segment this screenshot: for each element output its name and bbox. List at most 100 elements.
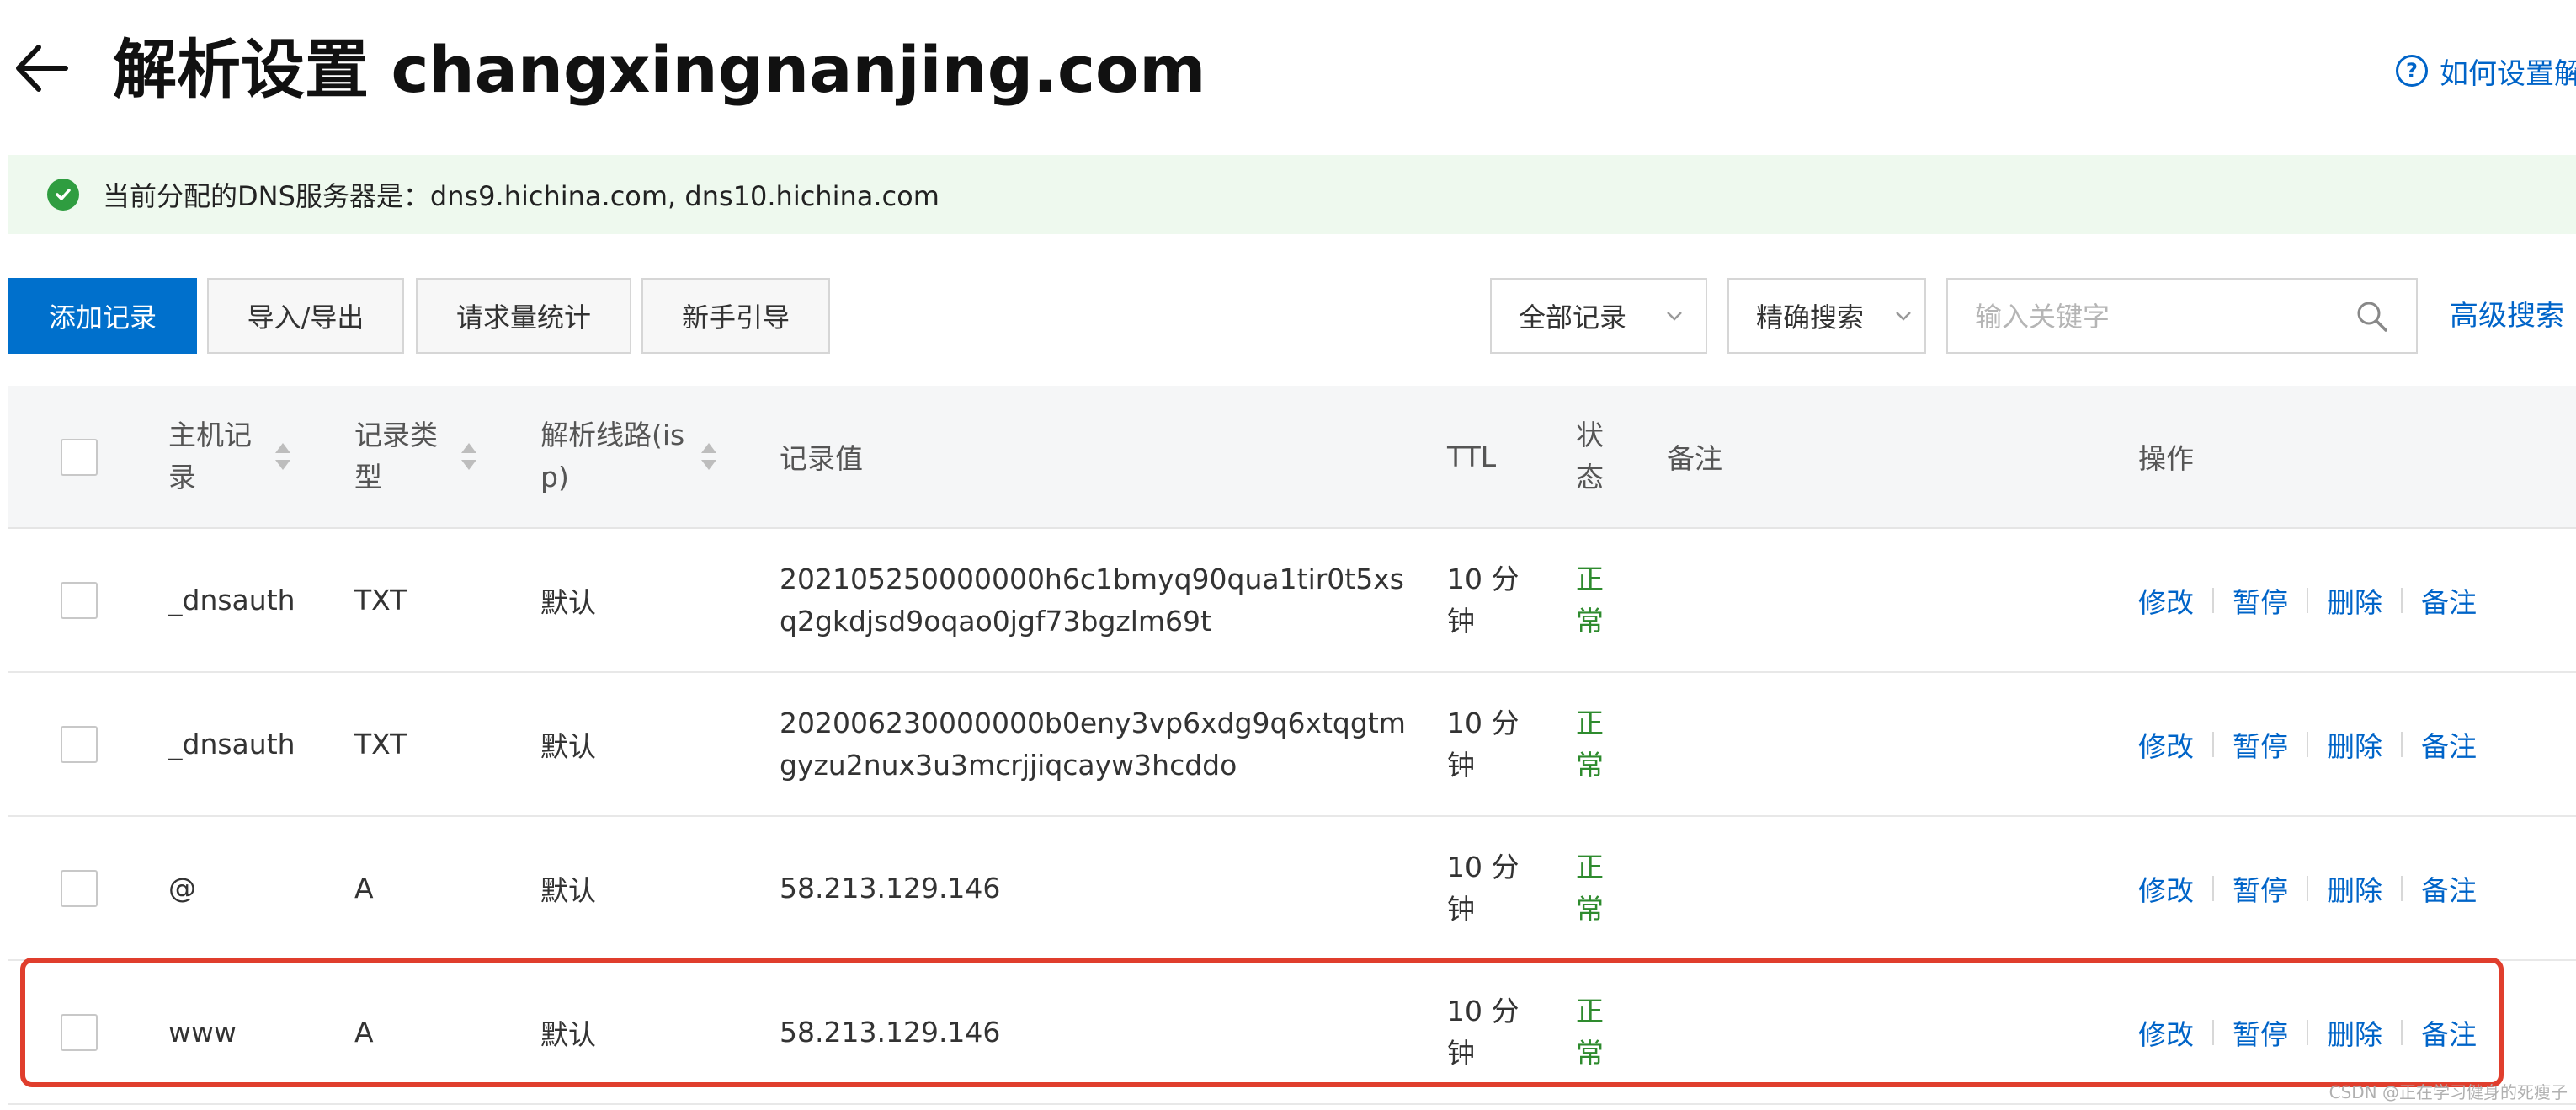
cell-line: 默认 xyxy=(540,873,596,907)
cell-ttl-line1: 10 分 xyxy=(1447,994,1520,1027)
search-input[interactable] xyxy=(1973,295,2344,339)
cell-host: @ xyxy=(168,872,196,905)
help-icon: ? xyxy=(2396,55,2428,87)
cell-ttl-line2: 钟 xyxy=(1447,892,1475,926)
import-export-button[interactable]: 导入/导出 xyxy=(207,278,404,354)
pause-link[interactable]: 暂停 xyxy=(2233,724,2288,765)
toolbar: 添加记录 导入/导出 请求量统计 新手引导 全部记录 精确搜索 高级搜索 xyxy=(0,278,2576,355)
pause-link[interactable]: 暂停 xyxy=(2233,868,2288,909)
cell-value: 202006230000000b0eny3vp6xdg9q6xtqgtm gyzu… xyxy=(780,673,1406,815)
column-line-label-line1: 解析线路(is xyxy=(540,419,685,451)
cell-status-line1: 正 xyxy=(1576,562,1604,595)
edit-link[interactable]: 修改 xyxy=(2138,724,2194,765)
row-checkbox[interactable] xyxy=(61,582,98,619)
cell-ttl-line2: 钟 xyxy=(1447,604,1475,638)
cell-type: TXT xyxy=(354,584,407,616)
column-line-label-line2: p) xyxy=(540,461,569,494)
sort-icon[interactable] xyxy=(700,441,718,472)
back-arrow-icon[interactable] xyxy=(10,37,72,99)
remark-link[interactable]: 备注 xyxy=(2421,868,2477,909)
delete-link[interactable]: 删除 xyxy=(2327,868,2382,909)
column-type-label-line2: 型 xyxy=(354,461,382,494)
beginner-guide-button[interactable]: 新手引导 xyxy=(641,278,830,354)
table-row: _dnsauth TXT 默认 202105250000000h6c1bmyq9… xyxy=(8,529,2576,673)
dns-records-table: 主机记 录 记录类 型 解析线路(is p) 记录值 TTL 状 态 备注 操作… xyxy=(8,386,2576,1105)
row-actions: 修改 暂停 删除 备注 xyxy=(2138,529,2477,671)
table-header: 主机记 录 记录类 型 解析线路(is p) 记录值 TTL 状 态 备注 操作 xyxy=(8,386,2576,529)
column-status-label-line1: 状 xyxy=(1576,419,1604,451)
cell-status: 正常 xyxy=(1576,673,1604,815)
search-icon[interactable] xyxy=(2355,300,2389,334)
cell-type: A xyxy=(354,1016,374,1049)
cell-value: 58.213.129.146 xyxy=(780,872,1001,905)
cell-host: www xyxy=(168,1016,237,1049)
search-box xyxy=(1946,278,2418,354)
row-actions: 修改 暂停 删除 备注 xyxy=(2138,673,2477,815)
check-circle-icon xyxy=(47,179,79,211)
edit-link[interactable]: 修改 xyxy=(2138,868,2194,909)
cell-type: TXT xyxy=(354,728,407,760)
column-ttl: TTL xyxy=(1447,440,1497,473)
sort-icon[interactable] xyxy=(460,441,478,472)
column-value: 记录值 xyxy=(780,442,863,475)
cell-ttl: 10 分钟 xyxy=(1447,961,1519,1103)
help-link[interactable]: ? 如何设置解 xyxy=(2396,49,2576,93)
cell-value-line2: q2gkdjsd9oqao0jgf73bgzlm69t xyxy=(780,604,1211,638)
cell-ttl: 10 分钟 xyxy=(1447,673,1519,815)
action-divider xyxy=(2212,1019,2214,1045)
search-mode-dropdown[interactable]: 精确搜索 xyxy=(1727,278,1926,354)
search-mode-label: 精确搜索 xyxy=(1756,302,1865,334)
table-body: _dnsauth TXT 默认 202105250000000h6c1bmyq9… xyxy=(8,529,2576,1105)
cell-ttl-line2: 钟 xyxy=(1447,1036,1475,1070)
sort-icon[interactable] xyxy=(274,441,292,472)
delete-link[interactable]: 删除 xyxy=(2327,724,2382,765)
cell-status-line2: 常 xyxy=(1576,892,1604,926)
row-checkbox[interactable] xyxy=(61,1014,98,1051)
action-divider xyxy=(2401,875,2403,901)
delete-link[interactable]: 删除 xyxy=(2327,1012,2382,1053)
advanced-search-link[interactable]: 高级搜索 xyxy=(2450,278,2564,354)
cell-line: 默认 xyxy=(540,729,596,763)
action-divider xyxy=(2212,731,2214,757)
edit-link[interactable]: 修改 xyxy=(2138,580,2194,621)
edit-link[interactable]: 修改 xyxy=(2138,1012,2194,1053)
cell-type: A xyxy=(354,872,374,905)
cell-ttl: 10 分钟 xyxy=(1447,529,1519,671)
cell-host: _dnsauth xyxy=(168,728,295,760)
cell-status-line1: 正 xyxy=(1576,706,1604,739)
cell-host: _dnsauth xyxy=(168,584,295,616)
action-divider xyxy=(2307,1019,2308,1045)
remark-link[interactable]: 备注 xyxy=(2421,724,2477,765)
delete-link[interactable]: 删除 xyxy=(2327,580,2382,621)
select-all-checkbox[interactable] xyxy=(61,439,98,476)
pause-link[interactable]: 暂停 xyxy=(2233,580,2288,621)
remark-link[interactable]: 备注 xyxy=(2421,1012,2477,1053)
table-row: _dnsauth TXT 默认 202006230000000b0eny3vp6… xyxy=(8,673,2576,817)
help-link-label: 如何设置解 xyxy=(2440,56,2576,91)
column-type-label-line1: 记录类 xyxy=(354,419,438,451)
column-type: 记录类 型 xyxy=(354,386,523,527)
action-divider xyxy=(2307,731,2308,757)
notice-text: 当前分配的DNS服务器是：dns9.hichina.com, dns10.hic… xyxy=(103,180,939,212)
row-actions: 修改 暂停 删除 备注 xyxy=(2138,817,2477,959)
cell-ttl-line1: 10 分 xyxy=(1447,706,1520,739)
add-record-button[interactable]: 添加记录 xyxy=(8,278,197,354)
page-header: 解析设置 changxingnanjing.com ? 如何设置解 xyxy=(0,0,2576,143)
column-host: 主机记 录 xyxy=(168,386,337,527)
row-checkbox[interactable] xyxy=(61,726,98,763)
cell-status: 正常 xyxy=(1576,961,1604,1103)
action-divider xyxy=(2401,731,2403,757)
cell-line: 默认 xyxy=(540,1017,596,1051)
action-divider xyxy=(2401,1019,2403,1045)
cell-status-line2: 常 xyxy=(1576,748,1604,782)
row-checkbox[interactable] xyxy=(61,870,98,907)
cell-status-line2: 常 xyxy=(1576,1036,1604,1070)
record-filter-dropdown[interactable]: 全部记录 xyxy=(1490,278,1707,354)
column-actions: 操作 xyxy=(2138,442,2194,475)
cell-ttl-line2: 钟 xyxy=(1447,748,1475,782)
chevron-down-icon xyxy=(1896,312,1911,321)
pause-link[interactable]: 暂停 xyxy=(2233,1012,2288,1053)
cell-value-line1: 202006230000000b0eny3vp6xdg9q6xtqgtm xyxy=(780,706,1406,739)
request-stats-button[interactable]: 请求量统计 xyxy=(416,278,631,354)
remark-link[interactable]: 备注 xyxy=(2421,580,2477,621)
